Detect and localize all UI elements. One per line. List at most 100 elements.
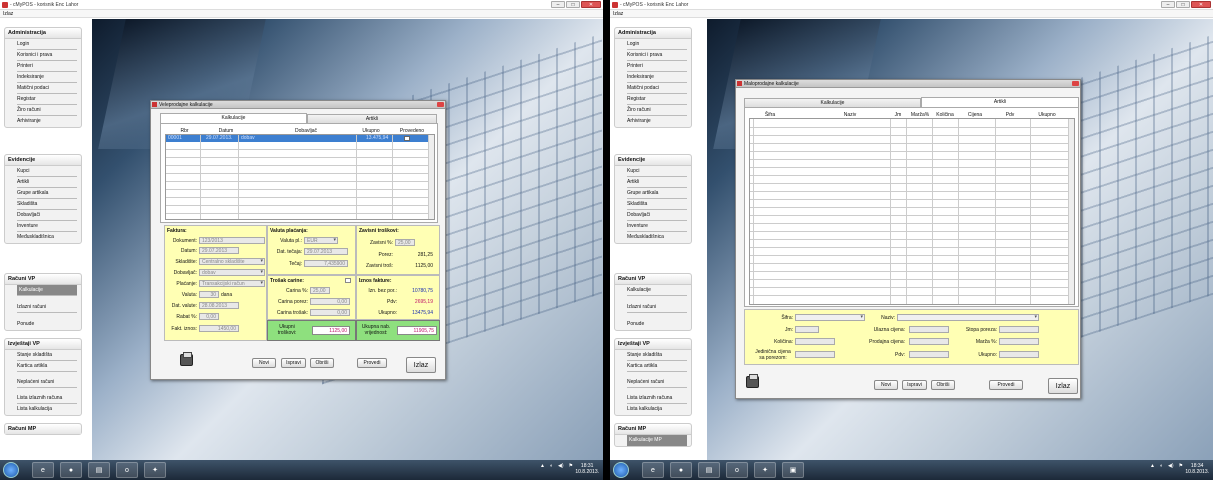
sidebar-item-suppliers[interactable]: Dobavljači [627, 210, 687, 221]
provedi-button[interactable]: Provedi [357, 358, 387, 368]
ispravi-button[interactable]: Ispravi [902, 380, 927, 390]
sidebar-item-invoice-list[interactable]: Lista izlaznih računa [17, 393, 77, 404]
sidebar-item-printers[interactable]: Printeri [17, 61, 77, 72]
dat-valute-field[interactable]: 28.08.2013 [199, 302, 239, 309]
sidebar-item-suppliers[interactable]: Dobavljači [17, 210, 77, 221]
sidebar-item-articles[interactable]: Artikli [17, 177, 77, 188]
table-row[interactable]: 00001 29.07.2013. dobav 13.475,94 [166, 135, 429, 142]
printer-icon[interactable] [746, 374, 759, 388]
sidebar-item-invoice-list[interactable]: Lista izlaznih računa [627, 393, 687, 404]
tecaj-field[interactable]: 7,435900 [304, 260, 348, 267]
sidebar-item-calc-list[interactable]: Lista kalkulacija [17, 404, 77, 415]
sidebar-item-master-data[interactable]: Matični podaci [627, 83, 687, 94]
zavisni-pct-field[interactable]: 25,00 [395, 239, 415, 246]
izlaz-button[interactable]: Izlaz [406, 357, 436, 373]
sidebar-item-customers[interactable]: Kupci [627, 166, 687, 177]
app-task-icon[interactable]: ✦ [144, 462, 166, 478]
jm-field[interactable] [795, 326, 819, 333]
ie-icon[interactable]: e [32, 462, 54, 478]
valuta-days-field[interactable]: 30 [199, 291, 219, 298]
stopa-field[interactable] [999, 326, 1039, 333]
ulazna-field[interactable] [909, 326, 949, 333]
sidebar-item-register[interactable]: Registar [627, 94, 687, 105]
prodajna-field[interactable] [909, 338, 949, 345]
menu-exit[interactable]: Izlaz [613, 11, 623, 17]
sidebar-item-login[interactable]: Login [627, 39, 687, 50]
novi-button[interactable]: Novi [874, 380, 898, 390]
sidebar-item-indexing[interactable]: Indeksiranje [627, 72, 687, 83]
sidebar-item-offers[interactable]: Ponude [17, 319, 77, 330]
sidebar-item-accounts[interactable]: Žiro računi [627, 105, 687, 116]
app-task-icon[interactable]: ✦ [754, 462, 776, 478]
sidebar-item-inventory[interactable]: Inventure [17, 221, 77, 232]
fakt-iznos-field[interactable]: 1450,00 [199, 325, 239, 332]
carina-pct-field[interactable]: 25,00 [310, 287, 330, 294]
menu-exit[interactable]: Izlaz [3, 11, 13, 17]
sidebar-item-accounts[interactable]: Žiro računi [17, 105, 77, 116]
pdv-field[interactable] [909, 351, 949, 358]
naziv-select[interactable] [897, 314, 1039, 321]
carina-porez-field[interactable]: 0,00 [310, 298, 350, 305]
sidebar-item-unpaid[interactable]: Neplaćeni računi [627, 377, 687, 388]
sidebar-item-offers[interactable]: Ponude [627, 319, 687, 330]
sidebar-item-printers[interactable]: Printeri [627, 61, 687, 72]
rabat-field[interactable]: 0,00 [199, 313, 219, 320]
sidebar-item-users[interactable]: Korisnici i prava [17, 50, 77, 61]
sidebar-item-calculations[interactable]: Kalkulacije [627, 285, 687, 296]
monitor-icon[interactable]: ▣ [782, 462, 804, 478]
sidebar-item-transfer[interactable]: Međuskladišnica [627, 232, 687, 243]
close-button[interactable]: ✕ [581, 1, 601, 8]
sidebar-item-customers[interactable]: Kupci [17, 166, 77, 177]
folder-icon[interactable]: ▤ [88, 462, 110, 478]
sidebar-item-stock[interactable]: Stanje skladišta [17, 350, 77, 361]
sidebar-item-invoices[interactable]: Izlazni računi [627, 302, 687, 313]
carina-trosak-field[interactable]: 0,00 [310, 309, 350, 316]
carina-checkbox[interactable] [345, 278, 351, 283]
ispravi-button[interactable]: Ispravi [281, 358, 306, 368]
sidebar-item-unpaid[interactable]: Neplaćeni računi [17, 377, 77, 388]
sidebar-item-users[interactable]: Korisnici i prava [627, 50, 687, 61]
sidebar-item-master-data[interactable]: Matični podaci [17, 83, 77, 94]
table-scrollbar[interactable] [1068, 119, 1074, 304]
dat-tecaja-field[interactable]: 29.07.2013 [304, 248, 348, 255]
marza-field[interactable] [999, 338, 1039, 345]
sifra-select[interactable] [795, 314, 865, 321]
sidebar-item-calculations[interactable]: Kalkulacije [17, 285, 77, 296]
sidebar-item-indexing[interactable]: Indeksiranje [17, 72, 77, 83]
printer-icon[interactable] [180, 352, 193, 366]
minimize-button[interactable]: – [551, 1, 565, 8]
maximize-button[interactable]: □ [1176, 1, 1190, 8]
sidebar-item-calc-list[interactable]: Lista kalkulacija [627, 404, 687, 415]
sidebar-item-article-card[interactable]: Kartica artikla [627, 361, 687, 372]
close-button[interactable]: ✕ [1191, 1, 1211, 8]
sidebar-item-invoices[interactable]: Izlazni računi [17, 302, 77, 313]
folder-icon[interactable]: ▤ [698, 462, 720, 478]
datum-field[interactable]: 29.07.2013 [199, 247, 239, 254]
maximize-button[interactable]: □ [566, 1, 580, 8]
obrisi-button[interactable]: Obriši [931, 380, 955, 390]
placanje-select[interactable]: Transakcijski račun [199, 280, 265, 287]
dobavljac-select[interactable]: dobav [199, 269, 265, 276]
obrisi-button[interactable]: Obriši [310, 358, 334, 368]
izlaz-button[interactable]: Izlaz [1048, 378, 1078, 394]
sidebar-item-transfer[interactable]: Međuskladišnica [17, 232, 77, 243]
sidebar-item-article-groups[interactable]: Grupe artikala [17, 188, 77, 199]
dialog-close-button[interactable] [1072, 81, 1079, 86]
outlook-icon[interactable]: o [116, 462, 138, 478]
start-button[interactable] [613, 462, 629, 478]
firefox-icon[interactable]: ● [60, 462, 82, 478]
provedi-button[interactable]: Provedi [989, 380, 1023, 390]
ie-icon[interactable]: e [642, 462, 664, 478]
firefox-icon[interactable]: ● [670, 462, 692, 478]
sidebar-item-register[interactable]: Registar [17, 94, 77, 105]
novi-button[interactable]: Novi [252, 358, 276, 368]
table-scrollbar[interactable] [428, 135, 434, 219]
sidebar-item-inventory[interactable]: Inventure [627, 221, 687, 232]
sidebar-item-articles[interactable]: Artikli [627, 177, 687, 188]
sidebar-item-mp-calculations[interactable]: Kalkulacije MP [627, 435, 687, 446]
sidebar-item-article-card[interactable]: Kartica artikla [17, 361, 77, 372]
sidebar-item-warehouses[interactable]: Skladišta [17, 199, 77, 210]
tab-artikli[interactable]: Artikli [921, 97, 1079, 107]
dokument-field[interactable]: 123/2013 [199, 237, 265, 244]
minimize-button[interactable]: – [1161, 1, 1175, 8]
